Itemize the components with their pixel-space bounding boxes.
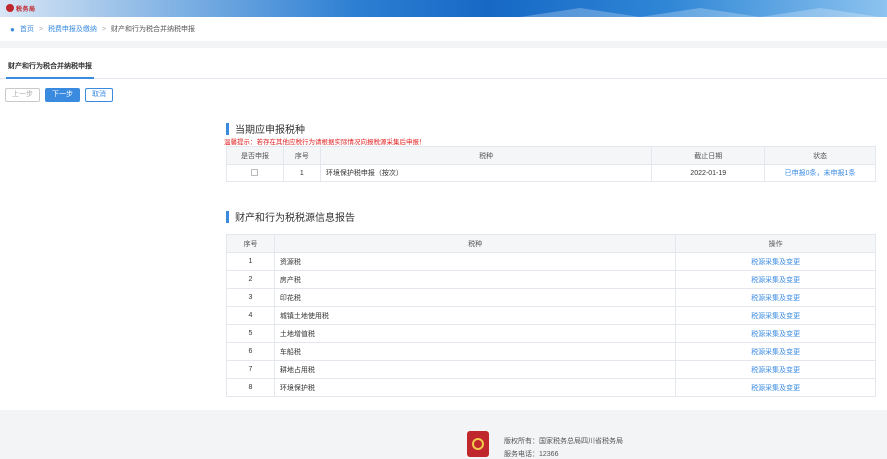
footer-phone: 服务电话：12366 bbox=[504, 451, 559, 458]
table-row: 2 房产税 税源采集及变更 bbox=[226, 270, 876, 289]
status-link[interactable]: 已申报0条，未申报1条 bbox=[764, 164, 876, 182]
tax-source-collect-link[interactable]: 税源采集及变更 bbox=[675, 324, 876, 343]
index-cell: 5 bbox=[226, 324, 275, 343]
section-marker bbox=[226, 210, 229, 223]
footer: 版权所有：国家税务总局四川省税务局 服务电话：12366 bbox=[0, 425, 887, 459]
breadcrumb: ● 首页 > 税费申报及缴纳 > 财产和行为税合并纳税申报 bbox=[0, 17, 887, 41]
prev-step-button[interactable]: 上一步 bbox=[5, 88, 40, 102]
table-row: 8 环境保护税 税源采集及变更 bbox=[226, 378, 876, 397]
deadline-cell: 2022-01-19 bbox=[651, 164, 766, 182]
index-cell: 6 bbox=[226, 342, 275, 361]
index-cell: 8 bbox=[226, 378, 275, 397]
tax-cell: 房产税 bbox=[273, 270, 677, 289]
tax-cell: 车船税 bbox=[273, 342, 677, 361]
tax-cell: 印花税 bbox=[273, 288, 677, 307]
col-header-declare: 是否申报 bbox=[226, 146, 284, 165]
banner-decoration bbox=[760, 8, 880, 17]
tax-source-collect-link[interactable]: 税源采集及变更 bbox=[675, 378, 876, 397]
table-row: 1 环境保护税申报（按次） 2022-01-19 已申报0条，未申报1条 bbox=[226, 164, 876, 182]
table-row: 5 土地增值税 税源采集及变更 bbox=[226, 324, 876, 343]
tax-source-collect-link[interactable]: 税源采集及变更 bbox=[675, 270, 876, 289]
warning-text: 温馨提示：若存在其他应税行为请根据实际情况向报税源采集后申报！ bbox=[224, 139, 426, 146]
table-row: 7 耕地占用税 税源采集及变更 bbox=[226, 360, 876, 379]
cancel-button[interactable]: 取消 bbox=[85, 88, 113, 102]
tax-cell: 耕地占用税 bbox=[273, 360, 677, 379]
index-cell: 7 bbox=[226, 360, 275, 379]
col-header-index: 序号 bbox=[282, 146, 321, 165]
col-header-tax: 税种 bbox=[273, 234, 677, 253]
tax-cell: 环境保护税 bbox=[273, 378, 677, 397]
tax-cell: 资源税 bbox=[273, 252, 677, 271]
top-banner: 税务局 bbox=[0, 0, 887, 17]
tax-cell: 土地增值税 bbox=[273, 324, 677, 343]
index-cell: 1 bbox=[282, 164, 321, 182]
location-pin-icon: ● bbox=[10, 24, 15, 34]
section-marker bbox=[226, 122, 229, 135]
tax-source-collect-link[interactable]: 税源采集及变更 bbox=[675, 306, 876, 325]
next-step-button[interactable]: 下一步 bbox=[45, 88, 80, 102]
index-cell: 3 bbox=[226, 288, 275, 307]
section-current-taxes-title: 当期应申报税种 bbox=[226, 121, 305, 136]
tax-source-collect-link[interactable]: 税源采集及变更 bbox=[675, 360, 876, 379]
breadcrumb-home[interactable]: 首页 bbox=[20, 24, 34, 34]
breadcrumb-tax-filing[interactable]: 税费申报及缴纳 bbox=[48, 24, 97, 34]
tax-source-collect-link[interactable]: 税源采集及变更 bbox=[675, 288, 876, 307]
section-title-text: 财产和行为税税源信息报告 bbox=[235, 213, 355, 224]
declare-cell bbox=[226, 164, 284, 182]
tax-source-collect-link[interactable]: 税源采集及变更 bbox=[675, 252, 876, 271]
col-header-status: 状态 bbox=[764, 146, 876, 165]
index-cell: 1 bbox=[226, 252, 275, 271]
index-cell: 4 bbox=[226, 306, 275, 325]
banner-decoration bbox=[520, 8, 640, 17]
table-row: 3 印花税 税源采集及变更 bbox=[226, 288, 876, 307]
section-title-text: 当期应申报税种 bbox=[235, 125, 305, 136]
banner-decoration bbox=[640, 8, 760, 17]
col-header-tax: 税种 bbox=[319, 146, 653, 165]
breadcrumb-separator-icon: > bbox=[38, 25, 43, 33]
breadcrumb-separator-icon: > bbox=[101, 25, 107, 33]
tax-cell: 城镇土地使用税 bbox=[273, 306, 677, 325]
index-cell: 2 bbox=[226, 270, 275, 289]
declare-checkbox[interactable] bbox=[251, 169, 259, 177]
site-logo[interactable]: 税务局 bbox=[6, 2, 40, 14]
step-buttons: 上一步 下一步 取消 bbox=[5, 88, 113, 102]
col-header-deadline: 截止日期 bbox=[651, 146, 766, 165]
tax-source-collect-link[interactable]: 税源采集及变更 bbox=[675, 342, 876, 361]
tax-cell: 环境保护税申报（按次） bbox=[319, 164, 653, 182]
table-header-row: 序号 税种 操作 bbox=[226, 234, 876, 253]
tax-bureau-emblem-icon bbox=[467, 431, 489, 457]
tax-emblem-icon bbox=[6, 4, 14, 12]
current-taxes-table: 是否申报 序号 税种 截止日期 状态 1 环境保护税申报（按次） 2022-01… bbox=[226, 146, 876, 182]
tab-combined-filing[interactable]: 财产和行为税合并纳税申报 bbox=[6, 57, 94, 79]
tax-source-table: 序号 税种 操作 1 资源税 税源采集及变更 2 房产税 税源采集及变更 3 印… bbox=[226, 234, 876, 397]
table-header-row: 是否申报 序号 税种 截止日期 状态 bbox=[226, 146, 876, 165]
table-row: 6 车船税 税源采集及变更 bbox=[226, 342, 876, 361]
col-header-index: 序号 bbox=[226, 234, 275, 253]
tab-bar: 财产和行为税合并纳税申报 bbox=[0, 57, 887, 79]
col-header-action: 操作 bbox=[675, 234, 876, 253]
breadcrumb-current: 财产和行为税合并纳税申报 bbox=[111, 26, 196, 33]
footer-copyright: 版权所有：国家税务总局四川省税务局 bbox=[504, 438, 623, 445]
table-row: 1 资源税 税源采集及变更 bbox=[226, 252, 876, 271]
table-row: 4 城镇土地使用税 税源采集及变更 bbox=[226, 306, 876, 325]
section-tax-source-title: 财产和行为税税源信息报告 bbox=[226, 209, 355, 224]
logo-text: 税务局 bbox=[16, 6, 36, 13]
